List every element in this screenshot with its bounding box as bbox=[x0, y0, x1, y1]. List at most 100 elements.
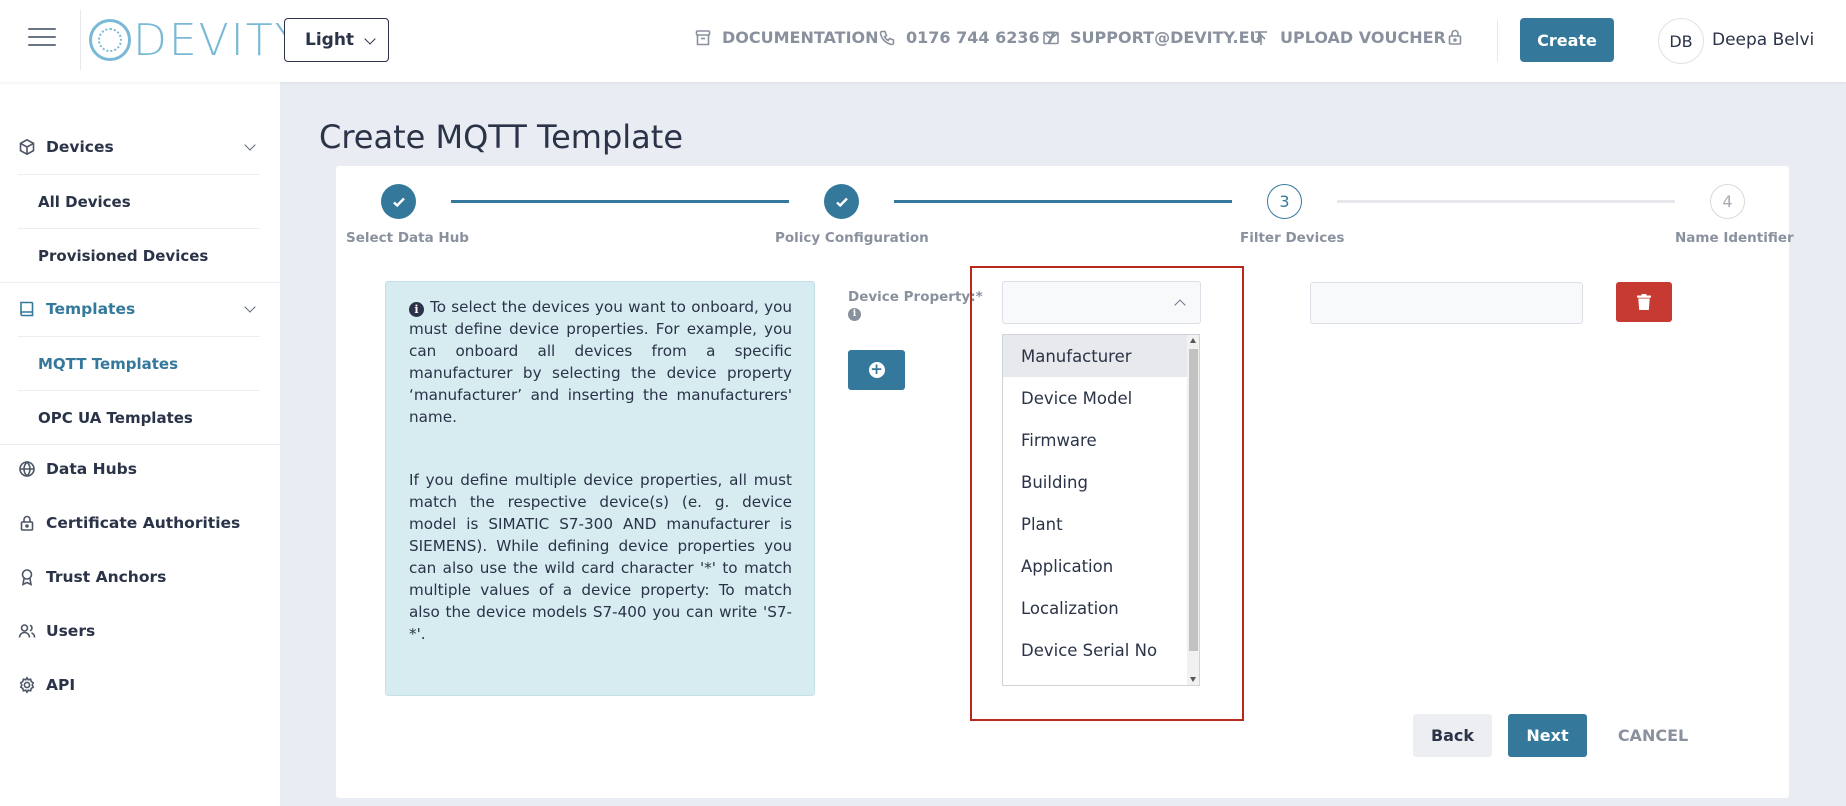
cancel-button[interactable]: CANCEL bbox=[1618, 714, 1688, 757]
chevron-down-icon bbox=[244, 301, 256, 313]
step-1-done bbox=[381, 184, 416, 219]
step-2-done bbox=[824, 184, 859, 219]
sidebar-divider bbox=[0, 444, 280, 445]
sidebar-item-label: Data Hubs bbox=[46, 460, 137, 478]
dropdown-option-device-model[interactable]: Device Model bbox=[1003, 377, 1187, 419]
stepper-line-complete bbox=[451, 200, 789, 203]
property-value-input[interactable] bbox=[1310, 282, 1583, 324]
info-paragraph-2: If you define multiple device properties… bbox=[409, 471, 792, 643]
chevron-down-icon bbox=[244, 139, 256, 151]
sidebar-item-mqtt-templates[interactable]: MQTT Templates bbox=[18, 336, 260, 390]
chevron-down-icon bbox=[364, 33, 376, 45]
sidebar: Devices All Devices Provisioned Devices … bbox=[0, 82, 280, 806]
logo-text: DEVITY bbox=[133, 14, 304, 66]
archive-icon bbox=[695, 29, 711, 45]
upload-voucher-label: UPLOAD VOUCHER bbox=[1280, 28, 1446, 47]
sidebar-item-label: API bbox=[46, 676, 76, 694]
stepper-line-complete bbox=[894, 200, 1232, 203]
next-button[interactable]: Next bbox=[1508, 714, 1587, 757]
phone-link[interactable]: 0176 744 6236 7 bbox=[878, 28, 1056, 47]
sidebar-item-data-hubs[interactable]: Data Hubs bbox=[0, 447, 260, 491]
dropdown-option-building[interactable]: Building bbox=[1003, 461, 1187, 503]
chevron-up-icon bbox=[1174, 299, 1186, 311]
dropdown-option-manufacturer[interactable]: Manufacturer bbox=[1003, 335, 1187, 377]
gear-icon bbox=[18, 676, 36, 694]
sidebar-item-label: Trust Anchors bbox=[46, 568, 167, 586]
scrollbar-thumb[interactable] bbox=[1189, 349, 1198, 651]
trash-icon bbox=[1637, 294, 1651, 310]
lock-icon bbox=[18, 514, 36, 532]
step-4-label: Name Identifier bbox=[1675, 230, 1794, 246]
dropdown-option-firmware[interactable]: Firmware bbox=[1003, 419, 1187, 461]
dropdown-option-application[interactable]: Application bbox=[1003, 545, 1187, 587]
sidebar-item-opcua-templates[interactable]: OPC UA Templates bbox=[18, 390, 260, 444]
step-1-label: Select Data Hub bbox=[346, 230, 469, 246]
sidebar-item-api[interactable]: API bbox=[0, 663, 260, 707]
sidebar-item-label: Devices bbox=[46, 138, 114, 156]
sidebar-item-users[interactable]: Users bbox=[0, 609, 260, 653]
scroll-up-icon[interactable] bbox=[1190, 338, 1196, 343]
device-property-label: Device Property:* bbox=[848, 289, 983, 305]
upload-voucher-link[interactable]: UPLOAD VOUCHER bbox=[1252, 28, 1446, 47]
sidebar-item-devices[interactable]: Devices bbox=[0, 125, 260, 169]
check-icon bbox=[835, 197, 848, 207]
step-4-todo: 4 bbox=[1710, 184, 1745, 219]
dropdown-scrollbar[interactable] bbox=[1187, 335, 1199, 685]
info-icon[interactable]: i bbox=[848, 308, 861, 321]
info-paragraph-1: i To select the devices you want to onboa… bbox=[409, 296, 792, 428]
sidebar-divider bbox=[0, 282, 280, 283]
step-3-label: Filter Devices bbox=[1240, 230, 1345, 246]
documentation-label: DOCUMENTATION bbox=[722, 28, 879, 47]
phone-icon bbox=[879, 30, 895, 45]
sidebar-item-label: Certificate Authorities bbox=[46, 514, 241, 532]
lock-icon bbox=[1448, 29, 1462, 45]
mail-icon bbox=[1043, 31, 1059, 44]
device-property-dropdown[interactable]: Manufacturer Device Model Firmware Build… bbox=[1002, 334, 1200, 686]
award-icon bbox=[18, 568, 36, 586]
logo-ring-icon bbox=[89, 19, 131, 61]
sidebar-item-provisioned-devices[interactable]: Provisioned Devices bbox=[18, 228, 260, 282]
documentation-link[interactable]: DOCUMENTATION bbox=[694, 28, 879, 47]
dropdown-option-guid[interactable]: Guid bbox=[1003, 671, 1187, 686]
dropdown-option-device-serial-no[interactable]: Device Serial No bbox=[1003, 629, 1187, 671]
logo-wordmark: DEVITY bbox=[89, 15, 304, 66]
sidebar-item-certificate-authorities[interactable]: Certificate Authorities bbox=[0, 501, 260, 545]
delete-property-button[interactable] bbox=[1616, 282, 1672, 322]
step-3-current: 3 bbox=[1267, 184, 1302, 219]
sidebar-item-label: Users bbox=[46, 622, 96, 640]
back-button[interactable]: Back bbox=[1413, 714, 1492, 757]
sidebar-item-all-devices[interactable]: All Devices bbox=[18, 174, 260, 228]
scroll-down-icon[interactable] bbox=[1190, 677, 1196, 682]
plus-circle-icon: + bbox=[868, 360, 885, 378]
phone-label: 0176 744 6236 7 bbox=[906, 28, 1057, 47]
user-name[interactable]: Deepa Belvi bbox=[1712, 30, 1814, 50]
step-2-label: Policy Configuration bbox=[775, 230, 929, 246]
theme-select[interactable]: Light bbox=[284, 18, 389, 62]
stepper-line-pending bbox=[1337, 200, 1675, 203]
support-email-link[interactable]: SUPPORT@DEVITY.EU bbox=[1042, 28, 1262, 47]
devity-logo[interactable]: DEVITY bbox=[80, 10, 302, 70]
info-icon: i bbox=[409, 302, 424, 317]
hamburger-menu-icon[interactable] bbox=[28, 28, 56, 50]
lock-button[interactable] bbox=[1446, 28, 1464, 46]
support-label: SUPPORT@DEVITY.EU bbox=[1070, 28, 1263, 47]
users-icon bbox=[18, 622, 36, 640]
dropdown-option-plant[interactable]: Plant bbox=[1003, 503, 1187, 545]
avatar[interactable]: DB bbox=[1658, 18, 1704, 64]
check-icon bbox=[392, 197, 405, 207]
upload-icon bbox=[1255, 30, 1267, 45]
sidebar-item-trust-anchors[interactable]: Trust Anchors bbox=[0, 555, 260, 599]
sidebar-item-label: Templates bbox=[46, 300, 136, 318]
add-property-button[interactable]: + bbox=[848, 350, 905, 390]
device-property-select[interactable] bbox=[1002, 281, 1201, 324]
theme-select-value: Light bbox=[305, 30, 355, 50]
top-header: DEVITY Light DOCUMENTATION 0176 744 6236… bbox=[0, 0, 1846, 82]
info-text-1: To select the devices you want to onboar… bbox=[409, 298, 792, 426]
create-button[interactable]: Create bbox=[1520, 18, 1614, 62]
dropdown-option-localization[interactable]: Localization bbox=[1003, 587, 1187, 629]
header-divider bbox=[1497, 20, 1498, 62]
sidebar-item-templates[interactable]: Templates bbox=[0, 287, 260, 331]
cube-icon bbox=[18, 138, 36, 156]
info-box: i To select the devices you want to onboa… bbox=[385, 281, 815, 696]
globe-icon bbox=[18, 460, 36, 478]
